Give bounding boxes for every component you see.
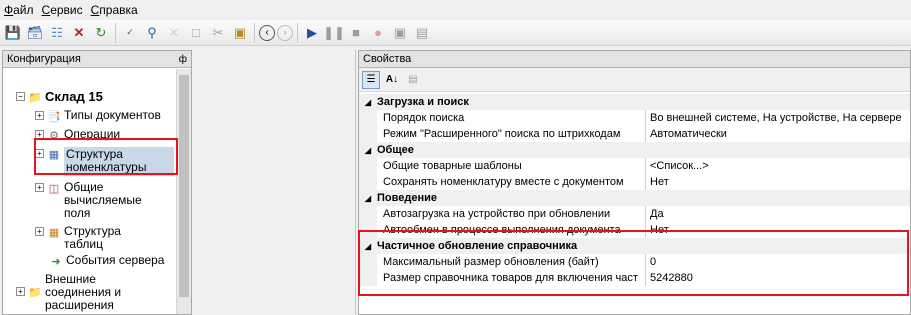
field-icon: ◫ (48, 182, 60, 195)
collapse-icon[interactable]: ◢ (359, 194, 377, 203)
operations-icon: ⚙ (49, 129, 59, 142)
save-all-icon[interactable]: 🗃 (25, 23, 45, 43)
categorized-view-icon[interactable]: ☰ (362, 70, 380, 89)
property-row[interactable]: Автообмен в процессе выполнения документ… (359, 222, 910, 238)
cut-icon[interactable]: ✂ (208, 23, 228, 43)
configuration-panel-header: Конфигурация ф (3, 51, 191, 68)
properties-panel: Свойства ☰ A↓ ▤ ◢ Загрузка и поиск Поряд… (358, 50, 911, 315)
sort-alphabetical-icon[interactable]: A↓ (383, 71, 401, 89)
menu-help[interactable]: Справка (91, 3, 138, 17)
properties-panel-header: Свойства (359, 51, 910, 68)
save-icon[interactable]: 💾 (3, 23, 23, 43)
server-events-icon: ➜ (51, 255, 61, 268)
spellcheck-icon[interactable]: ✓ (120, 23, 140, 43)
scrollbar-thumb[interactable] (179, 75, 189, 297)
tree-item-operations[interactable]: + ⚙ Операции (35, 128, 120, 142)
collapse-icon[interactable]: ◢ (359, 98, 377, 107)
stop-icon[interactable]: ■ (346, 23, 366, 43)
pin-icon[interactable]: ф (179, 54, 187, 65)
forward-icon[interactable]: › (277, 24, 293, 41)
window2-icon[interactable]: ▤ (412, 23, 432, 43)
collapse-icon[interactable]: − (16, 92, 25, 101)
window-icon[interactable]: ▣ (390, 23, 410, 43)
expand-icon[interactable]: + (35, 111, 44, 120)
menu-file[interactable]: Файл (4, 3, 34, 17)
tree-item-nomenclature-structure[interactable]: + ▦ Структура номенклатуры (35, 147, 174, 176)
configuration-panel: Конфигурация ф − 📁 Склад 15 + 📑 Типы док… (2, 50, 192, 315)
tree-item-document-types[interactable]: + 📑 Типы документов (35, 109, 161, 123)
property-row[interactable]: Сохранять номенклатуру вместе с документ… (359, 174, 910, 190)
tree-item-calculated-fields[interactable]: + ◫ Общие вычисляемые поля (35, 181, 164, 220)
property-grid: ◢ Загрузка и поиск Порядок поиска Во вне… (359, 94, 910, 286)
tree-item-table-structure[interactable]: + ▦ Структура таблиц (35, 225, 144, 251)
expand-icon[interactable]: + (35, 130, 44, 139)
property-row[interactable]: Порядок поиска Во внешней системе, На ус… (359, 110, 910, 126)
toolbar-separator (297, 22, 298, 43)
toolbar-separator (115, 22, 116, 43)
documents-icon: 📑 (47, 110, 61, 123)
external-icon: 📁 (28, 286, 42, 299)
expand-icon[interactable]: + (35, 149, 44, 158)
pause-icon[interactable]: ❚❚ (323, 23, 345, 43)
menu-service[interactable]: Сервис (42, 3, 83, 17)
collapse-icon[interactable]: ◢ (359, 146, 377, 155)
tree-item-root[interactable]: − 📁 Склад 15 (16, 90, 103, 104)
copy-icon[interactable]: □ (186, 23, 206, 43)
search-icon[interactable]: ⚲ (142, 23, 162, 43)
property-row[interactable]: Размер справочника товаров для включения… (359, 270, 910, 286)
property-row[interactable]: Общие товарные шаблоны <Список...> (359, 158, 910, 174)
warehouse-icon: 📁 (28, 91, 42, 104)
category-loading-search[interactable]: ◢ Загрузка и поиск (359, 94, 910, 110)
tree-item-server-events[interactable]: ➜ События сервера (46, 254, 164, 268)
table-icon: ▦ (48, 148, 60, 161)
property-row[interactable]: Режим "Расширенного" поиска по штрихкода… (359, 126, 910, 142)
delete-icon[interactable]: ✕ (69, 23, 89, 43)
properties-panel-title: Свойства (363, 53, 412, 65)
workspace-area (194, 50, 356, 315)
play-icon[interactable]: ▶ (302, 23, 322, 43)
toolbar: 💾 🗃 ☷ ✕ ↻ ✓ ⚲ ✕ □ ✂ ▣ ‹ › ▶ ❚❚ ■ ● ▣ ▤ (0, 20, 911, 46)
configuration-tree: − 📁 Склад 15 + 📑 Типы документов + ⚙ Опе… (3, 69, 177, 314)
expand-icon[interactable]: + (16, 287, 25, 296)
configuration-panel-title: Конфигурация (7, 53, 81, 65)
expand-icon[interactable]: + (35, 227, 44, 236)
collapse-icon[interactable]: ◢ (359, 242, 377, 251)
category-behavior[interactable]: ◢ Поведение (359, 190, 910, 206)
paste-icon[interactable]: ▣ (230, 23, 250, 43)
tables-icon: ▦ (48, 226, 60, 239)
property-row[interactable]: Максимальный размер обновления (байт) 0 (359, 254, 910, 270)
record-icon[interactable]: ● (368, 23, 388, 43)
property-row[interactable]: Автозагрузка на устройство при обновлени… (359, 206, 910, 222)
tree-item-external-connections[interactable]: + 📁 Внешние соединения и расширения (16, 273, 155, 312)
expand-icon[interactable]: + (35, 183, 44, 192)
cancel-icon[interactable]: ✕ (164, 23, 184, 43)
tree-scrollbar[interactable] (176, 69, 191, 314)
toolbar-separator (254, 22, 255, 43)
category-general[interactable]: ◢ Общее (359, 142, 910, 158)
category-partial-update[interactable]: ◢ Частичное обновление справочника (359, 238, 910, 254)
refresh-icon[interactable]: ↻ (91, 23, 111, 43)
back-icon[interactable]: ‹ (259, 24, 275, 41)
menu-bar: Файл Сервис Справка (0, 0, 911, 19)
open-icon[interactable]: ☷ (47, 23, 67, 43)
property-pages-icon[interactable]: ▤ (404, 71, 422, 89)
properties-toolbar: ☰ A↓ ▤ (359, 68, 910, 92)
